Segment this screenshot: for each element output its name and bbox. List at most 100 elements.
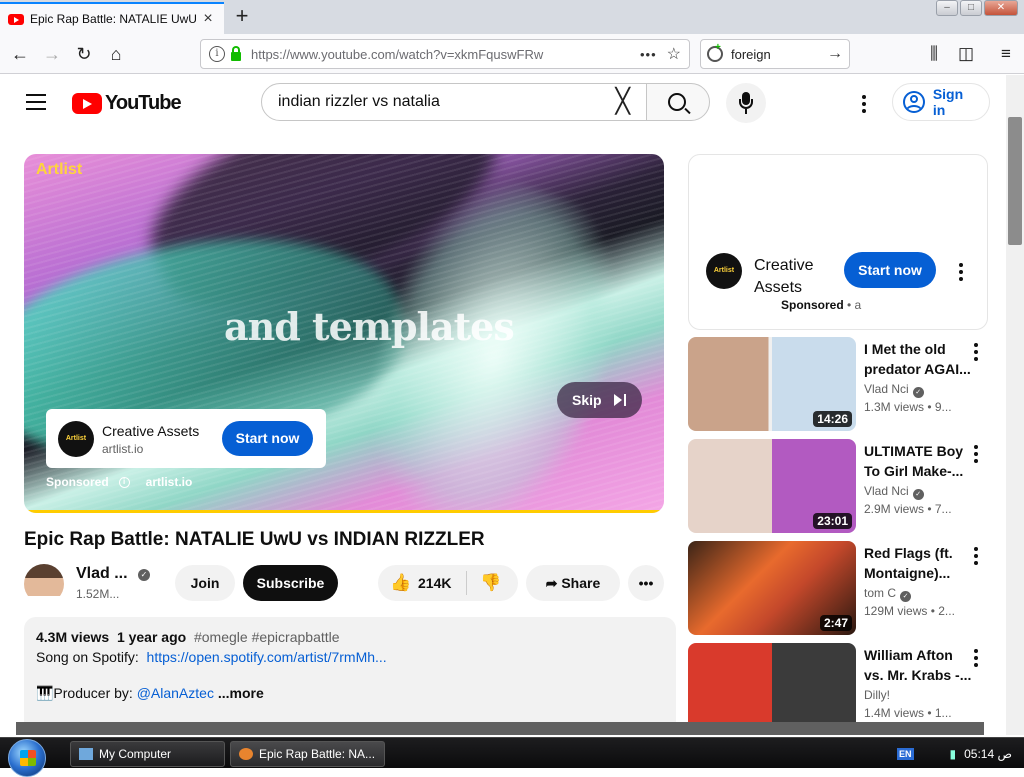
producer-link[interactable]: @AlanAztec [137,685,214,701]
url-text[interactable]: https://www.youtube.com/watch?v=xkmFqusw… [251,47,640,62]
ad-overlay-text: and templates [224,304,515,349]
side-ad-menu-icon[interactable] [959,263,963,284]
ad-card[interactable]: Artlist Creative Assets artlist.io Start… [46,409,326,468]
hashtags[interactable]: #omegle #epicrapbattle [194,629,340,645]
url-bar[interactable]: i https://www.youtube.com/watch?v=xkmFqu… [200,39,690,69]
bookmark-star-icon[interactable]: ☆ [667,44,681,64]
like-count[interactable]: 214K [418,565,451,601]
like-button[interactable]: 👍 [390,565,411,601]
recommendation-channel[interactable]: Vlad Nci ✓ [864,382,924,398]
recommendation-meta: 1.4M views • 1... [864,706,952,720]
yt-search-button[interactable] [646,83,710,121]
tab-close-icon[interactable]: × [200,10,216,28]
ad-info-icon[interactable]: i [118,476,130,488]
recommendation-menu-icon[interactable] [974,445,978,466]
forward-button[interactable]: → [38,40,66,68]
recommendation-title[interactable]: Red Flags (ft. Montaigne)... [864,543,972,583]
taskbar-firefox[interactable]: Epic Rap Battle: NA... [230,741,385,767]
skip-ad-button[interactable]: Skip [557,382,642,418]
site-info-icon[interactable]: i [209,46,225,62]
more-actions-button[interactable]: ••• [628,565,664,601]
recommendation-channel[interactable]: Dilly! [864,688,890,702]
recommendation-menu-icon[interactable] [974,343,978,364]
recommendation-title[interactable]: I Met the old predator AGAI... [864,339,972,379]
verified-icon: ✓ [912,387,924,398]
recommendation-title[interactable]: William Afton vs. Mr. Krabs -... [864,645,972,685]
video-duration: 23:01 [813,513,852,529]
sign-in-button[interactable]: Sign in [892,83,990,121]
clock[interactable]: 05:14 ص [964,747,1012,761]
library-icon[interactable]: ⫼ [920,40,948,68]
upload-age: 1 year ago [116,629,187,645]
verified-icon: ✓ [138,569,150,581]
recommendation-item[interactable]: 14:26 I Met the old predator AGAI... Vlad … [688,337,988,431]
advertiser-avatar: Artlist [58,421,94,457]
recommendation-menu-icon[interactable] [974,547,978,568]
network-icon[interactable]: ▮ [950,747,957,761]
recommendation-item[interactable]: 2:47 Red Flags (ft. Montaigne)... tom C ✓ 12… [688,541,988,635]
ad-start-now-button[interactable]: Start now [222,421,313,456]
dislike-button[interactable]: 👎 [480,565,501,601]
side-ad-sponsored: Sponsored • a [781,298,862,312]
yt-search-input[interactable]: indian rizzler vs natalia ╳ [261,83,647,121]
tab-title: Epic Rap Battle: NATALIE UwU vs INDIAN R… [30,12,200,26]
close-window-button[interactable]: ✕ [984,0,1018,16]
subscribe-button[interactable]: Subscribe [243,565,338,601]
yt-search-query[interactable]: indian rizzler vs natalia [278,93,616,111]
back-button[interactable]: ← [6,40,34,68]
recommendation-menu-icon[interactable] [974,649,978,670]
recommendation-channel[interactable]: tom C ✓ [864,586,912,602]
page-horizontal-scrollbar[interactable] [16,722,984,735]
browser-tab-active[interactable]: Epic Rap Battle: NATALIE UwU vs INDIAN R… [0,2,224,34]
recommendation-meta: 2.9M views • 7... [864,502,952,516]
recommendation-item[interactable]: 23:01 ULTIMATE Boy To Girl Make-... Vlad N… [688,439,988,533]
channel-avatar[interactable] [24,564,64,604]
search-engine-icon [707,42,723,62]
recommendation-thumbnail[interactable]: 23:01 [688,439,856,533]
side-ad-start-now-button[interactable]: Start now [844,252,936,288]
browser-tabstrip: Epic Rap Battle: NATALIE UwU vs INDIAN R… [0,0,1024,34]
show-more-button[interactable]: ...more [218,685,264,701]
youtube-page: YouTube indian rizzler vs natalia ╳ Sign… [0,75,1024,735]
settings-more-icon[interactable] [862,95,866,116]
maximize-button[interactable]: □ [960,0,982,16]
menu-icon[interactable]: ≡ [992,40,1020,68]
new-tab-button[interactable]: + [230,4,254,28]
share-button[interactable]: ➦ Share [526,565,620,601]
start-button[interactable] [8,739,46,777]
recommendation-channel[interactable]: Vlad Nci ✓ [864,484,924,500]
search-icon [668,93,686,111]
system-tray: EN ▮ 05:14 ص [896,738,1024,769]
browser-search-input[interactable]: foreign [731,47,827,62]
recommendation-thumbnail[interactable]: 2:47 [688,541,856,635]
spotify-link[interactable]: https://open.spotify.com/artist/7rmMh... [147,649,387,665]
description-box[interactable]: 4.3M views 1 year ago #omegle #epicrapba… [24,617,676,735]
home-button[interactable]: ⌂ [102,40,130,68]
youtube-logo[interactable]: YouTube [72,92,182,115]
taskbar-my-computer[interactable]: My Computer [70,741,225,767]
sponsored-domain[interactable]: artlist.io [146,475,193,489]
minimize-button[interactable]: – [936,0,958,16]
recommendation-title[interactable]: ULTIMATE Boy To Girl Make-... [864,441,972,481]
video-player[interactable]: Artlist and templates Skip Artlist Creat… [24,154,664,513]
sidebar-icon[interactable]: ◫ [952,40,980,68]
language-indicator[interactable]: EN [896,747,914,760]
join-button[interactable]: Join [175,565,235,601]
reload-button[interactable]: ↻ [70,40,98,68]
browser-search-bar[interactable]: foreign → [700,39,850,69]
side-ad-card[interactable]: Artlist Creative Assets Start now Sponso… [688,154,988,330]
browser-navbar: ← → ↻ ⌂ i https://www.youtube.com/watch?… [0,34,1024,74]
advertiser-domain: artlist.io [102,442,144,456]
windows-taskbar: My Computer Epic Rap Battle: NA... EN ▮ … [0,737,1024,777]
guide-menu-icon[interactable] [26,94,46,110]
scrollbar-thumb[interactable] [1008,117,1022,245]
page-vertical-scrollbar[interactable] [1006,75,1024,735]
voice-search-button[interactable] [726,83,766,123]
recommendation-thumbnail[interactable]: 14:26 [688,337,856,431]
clear-search-icon[interactable]: ╳ [616,90,630,114]
channel-name[interactable]: Vlad ... [76,565,128,583]
page-actions-icon[interactable]: ••• [640,47,657,62]
account-icon [903,91,925,113]
video-duration: 2:47 [819,615,852,631]
search-go-icon[interactable]: → [827,45,843,63]
